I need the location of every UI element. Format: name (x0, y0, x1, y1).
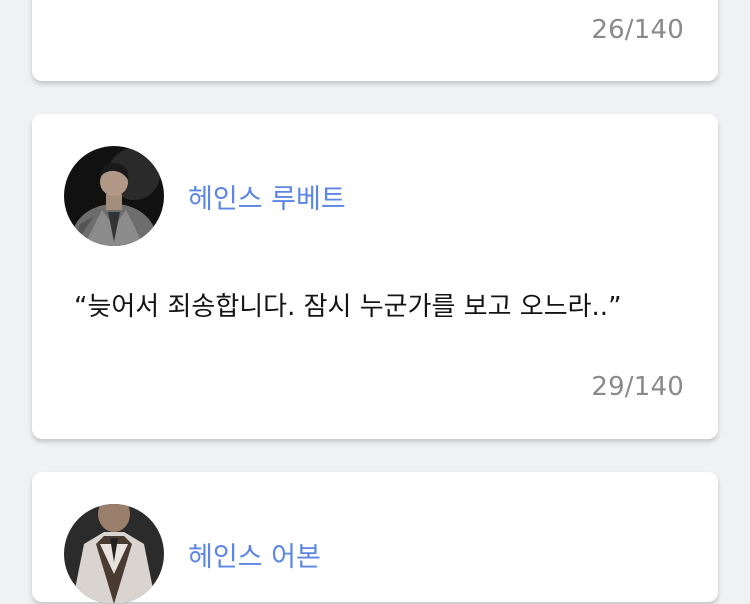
quote-text: “늦어서 죄송합니다. 잠시 누군가를 보고 오느라..” (74, 292, 622, 322)
author-name[interactable]: 헤인스 루베트 (188, 177, 346, 216)
avatar[interactable] (64, 146, 164, 246)
avatar[interactable] (64, 504, 164, 604)
character-counter: 29/140 (591, 372, 684, 402)
author-name[interactable]: 헤인스 어본 (188, 535, 321, 574)
quote-card[interactable]: 헤인스 어본 (32, 472, 718, 604)
character-counter: 26/140 (591, 15, 684, 45)
quote-card[interactable]: 26/140 (32, 0, 718, 81)
avatar-photo-icon (64, 146, 164, 246)
avatar-photo-icon (64, 504, 164, 604)
quote-card[interactable]: 헤인스 루베트 “늦어서 죄송합니다. 잠시 누군가를 보고 오느라..” 29… (32, 114, 718, 439)
